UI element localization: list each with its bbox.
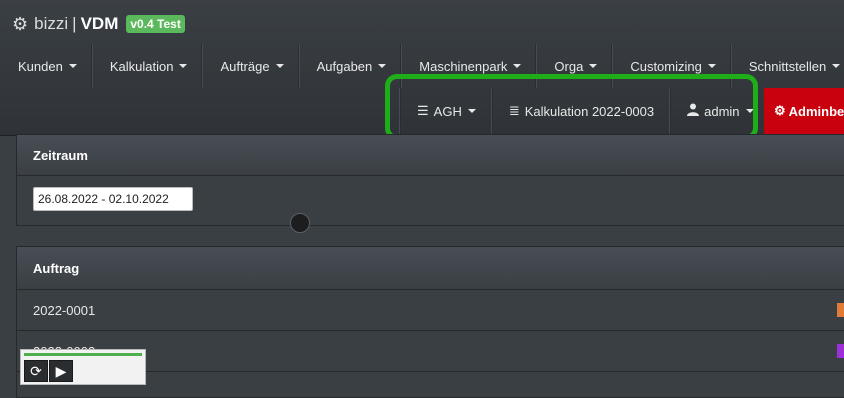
- caret-down-icon: [378, 64, 387, 68]
- brand-name: bizzi: [34, 14, 69, 33]
- menu-label: Schnittstellen: [748, 58, 827, 74]
- menu-label: Aufgaben: [316, 58, 373, 74]
- menu-kunden[interactable]: Kunden: [0, 44, 92, 88]
- caret-down-icon: [707, 64, 716, 68]
- gear-icon: ⚙: [12, 13, 29, 34]
- brand[interactable]: ⚙ bizzi | VDM v0.4 Test: [12, 12, 185, 36]
- user-dropdown[interactable]: admin: [670, 88, 769, 134]
- caret-down-icon: [589, 64, 598, 68]
- main-menu: Kunden Kalkulation Aufträge Aufgaben Mas…: [0, 44, 844, 88]
- company-label: AGH: [433, 103, 462, 119]
- gear-icon: ⚙: [774, 103, 786, 118]
- status-color-marker: [837, 303, 844, 317]
- date-range-input[interactable]: [33, 187, 193, 211]
- navbar: ⚙ bizzi | VDM v0.4 Test Kunden Kalkulati…: [0, 0, 844, 136]
- play-icon[interactable]: ▶: [49, 360, 73, 382]
- panel-title: Auftrag: [17, 247, 844, 290]
- menu-label: Orga: [554, 58, 584, 74]
- user-nav: ☰ AGH ≣ Kalkulation 2022-0003 admin: [400, 88, 770, 134]
- refresh-icon[interactable]: ⟳: [24, 360, 48, 382]
- caret-down-icon: [68, 64, 77, 68]
- calculation-label: Kalkulation 2022-0003: [524, 103, 655, 119]
- user-label: admin: [704, 103, 740, 119]
- menu-label: Kunden: [18, 58, 63, 74]
- menu-label: Customizing: [630, 58, 702, 74]
- caret-down-icon: [745, 109, 754, 113]
- current-calculation-link[interactable]: ≣ Kalkulation 2022-0003: [491, 88, 670, 134]
- version-badge: v0.4 Test: [126, 15, 185, 33]
- menu-aufgaben[interactable]: Aufgaben: [299, 44, 402, 88]
- menu-label: Maschinenpark: [419, 58, 508, 74]
- table-row[interactable]: 2022-0001: [17, 290, 844, 331]
- caret-down-icon: [467, 109, 476, 113]
- user-icon: [687, 103, 700, 119]
- menu-label: Aufträge: [220, 58, 270, 74]
- progress-bar: [24, 353, 142, 356]
- company-dropdown[interactable]: ☰ AGH: [400, 88, 492, 134]
- order-id: 2022-0001: [33, 302, 96, 318]
- menu-kalkulation[interactable]: Kalkulation: [92, 44, 203, 88]
- caret-down-icon: [832, 64, 841, 68]
- menu-auftraege[interactable]: Aufträge: [202, 44, 299, 88]
- align-left-icon: ≣: [508, 103, 520, 118]
- caret-down-icon: [179, 64, 188, 68]
- caret-down-icon: [513, 64, 522, 68]
- menu-orga[interactable]: Orga: [536, 44, 613, 88]
- list-icon: ☰: [417, 103, 429, 118]
- menu-maschinenpark[interactable]: Maschinenpark: [401, 44, 537, 88]
- brand-divider: |: [72, 14, 77, 33]
- menu-schnittstellen[interactable]: Schnittstellen: [731, 44, 844, 88]
- panel-title: Zeitraum: [17, 135, 844, 176]
- admin-label: Adminbere: [788, 103, 844, 119]
- playback-widget: ⟳ ▶: [20, 349, 146, 385]
- status-color-marker: [837, 344, 844, 358]
- app-name: VDM: [80, 14, 119, 33]
- menu-customizing[interactable]: Customizing: [612, 44, 731, 88]
- admin-area-button[interactable]: ⚙ Adminbere: [764, 88, 844, 134]
- caret-down-icon: [275, 64, 284, 68]
- slider-handle[interactable]: [290, 213, 310, 233]
- zeitraum-panel: Zeitraum: [16, 134, 844, 226]
- menu-label: Kalkulation: [109, 58, 174, 74]
